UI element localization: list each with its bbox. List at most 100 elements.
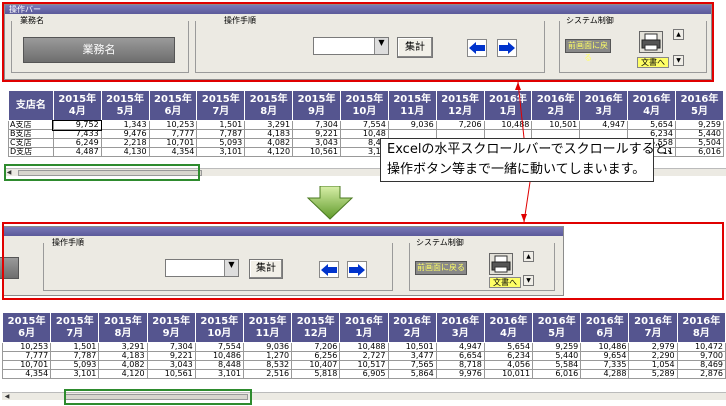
month-label: 7月 xyxy=(644,327,662,339)
value-cell[interactable]: 3,043 xyxy=(146,360,196,370)
value-cell[interactable]: 4,183 xyxy=(98,351,148,361)
value-cell[interactable]: 10,011 xyxy=(483,369,534,379)
month-header: 2016年 6月 xyxy=(580,312,630,343)
value-cell[interactable]: 5,584 xyxy=(532,360,582,370)
year-label: 2015年 xyxy=(248,315,287,327)
month-header: 2016年 1月 xyxy=(339,312,389,343)
value-cell[interactable]: 5,093 xyxy=(50,360,100,370)
month-header: 2015年 11月 xyxy=(242,312,293,343)
value-cell[interactable]: 1,054 xyxy=(628,360,678,370)
month-label: 10月 xyxy=(207,327,232,339)
month-label: 8月 xyxy=(114,327,132,339)
scroll-left-icon[interactable]: ◀ xyxy=(2,393,12,400)
value-cell[interactable]: 9,221 xyxy=(146,351,196,361)
year-label: 2015年 xyxy=(296,315,335,327)
value-cell[interactable]: 10,407 xyxy=(291,360,341,370)
value-cell[interactable]: 10,501 xyxy=(387,342,437,352)
value-cell[interactable]: 3,101 xyxy=(194,369,244,379)
value-cell[interactable]: 2,516 xyxy=(242,369,293,379)
value-cell[interactable]: 8,532 xyxy=(242,360,293,370)
value-cell[interactable]: 7,554 xyxy=(194,342,244,352)
month-label: 3月 xyxy=(451,327,469,339)
value-cell[interactable]: 7,304 xyxy=(146,342,196,352)
down-arrow-icon xyxy=(306,186,354,220)
month-label: 4月 xyxy=(499,327,517,339)
month-label: 6月 xyxy=(18,327,36,339)
month-header: 2016年 7月 xyxy=(628,312,678,343)
year-label: 2015年 xyxy=(152,315,191,327)
value-cell[interactable]: 8,469 xyxy=(676,360,726,370)
value-cell[interactable]: 3,477 xyxy=(387,351,437,361)
value-cell[interactable]: 3,291 xyxy=(98,342,148,352)
value-cell[interactable]: 10,253 xyxy=(1,342,52,352)
value-cell[interactable]: 10,561 xyxy=(146,369,196,379)
month-header: 2016年 2月 xyxy=(387,312,437,343)
value-cell[interactable]: 9,036 xyxy=(242,342,293,352)
month-label: 8月 xyxy=(692,327,710,339)
value-cell[interactable]: 6,016 xyxy=(532,369,582,379)
value-cell[interactable]: 3,101 xyxy=(50,369,100,379)
month-header: 2015年 10月 xyxy=(194,312,244,343)
value-cell[interactable]: 9,259 xyxy=(532,342,582,352)
year-label: 2016年 xyxy=(585,315,624,327)
value-cell[interactable]: 10,486 xyxy=(580,342,630,352)
value-cell[interactable]: 10,472 xyxy=(676,342,726,352)
value-cell[interactable]: 5,864 xyxy=(387,369,437,379)
value-cell[interactable]: 7,565 xyxy=(387,360,437,370)
year-label: 2016年 xyxy=(441,315,480,327)
green-highlight-bottom xyxy=(64,389,252,405)
year-label: 2015年 xyxy=(104,315,142,327)
year-label: 2016年 xyxy=(682,315,721,327)
month-label: 5月 xyxy=(548,327,566,339)
month-label: 12月 xyxy=(303,327,328,339)
value-cell[interactable]: 2,290 xyxy=(628,351,678,361)
value-cell[interactable]: 9,976 xyxy=(435,369,485,379)
value-cell[interactable]: 6,654 xyxy=(435,351,485,361)
value-cell[interactable]: 10,701 xyxy=(1,360,52,370)
value-cell[interactable]: 9,654 xyxy=(580,351,630,361)
value-cell[interactable]: 4,082 xyxy=(98,360,148,370)
value-cell[interactable]: 10,486 xyxy=(194,351,244,361)
month-header: 2015年 8月 xyxy=(98,312,148,343)
value-cell[interactable]: 7,777 xyxy=(1,351,52,361)
table-row: 4,354 3,101 4,120 10,561 3,101 2,516 5,818 6,90… xyxy=(1,369,726,379)
value-cell[interactable]: 7,206 xyxy=(291,342,341,352)
value-cell[interactable]: 6,234 xyxy=(483,351,534,361)
value-cell[interactable]: 4,288 xyxy=(580,369,630,379)
value-cell[interactable]: 6,256 xyxy=(291,351,341,361)
value-cell[interactable]: 9,700 xyxy=(676,351,726,361)
month-label: 6月 xyxy=(596,327,614,339)
year-label: 2016年 xyxy=(489,315,528,327)
year-label: 2016年 xyxy=(393,315,432,327)
value-cell[interactable]: 2,727 xyxy=(339,351,389,361)
month-header: 2015年 12月 xyxy=(291,312,341,343)
value-cell[interactable]: 10,517 xyxy=(339,360,389,370)
value-cell[interactable]: 4,354 xyxy=(1,369,52,379)
value-cell[interactable]: 8,718 xyxy=(435,360,485,370)
year-label: 2016年 xyxy=(634,315,672,327)
value-cell[interactable]: 6,905 xyxy=(339,369,389,379)
value-cell[interactable]: 5,289 xyxy=(628,369,678,379)
month-header: 2015年 9月 xyxy=(146,312,196,343)
value-cell[interactable]: 7,787 xyxy=(50,351,100,361)
value-cell[interactable]: 4,947 xyxy=(435,342,485,352)
value-cell[interactable]: 1,270 xyxy=(242,351,293,361)
value-cell[interactable]: 5,818 xyxy=(291,369,341,379)
month-header: 2016年 4月 xyxy=(483,312,534,343)
month-header: 2015年 6月 xyxy=(1,312,52,343)
value-cell[interactable]: 10,488 xyxy=(339,342,389,352)
value-cell[interactable]: 2,979 xyxy=(628,342,678,352)
value-cell[interactable]: 8,448 xyxy=(194,360,244,370)
table-row: 10,253 1,501 3,291 7,304 7,554 9,036 7,206 10,4… xyxy=(1,342,726,352)
year-label: 2016年 xyxy=(537,315,576,327)
value-cell[interactable]: 4,056 xyxy=(483,360,534,370)
value-cell[interactable]: 7,335 xyxy=(580,360,630,370)
value-cell[interactable]: 4,120 xyxy=(98,369,148,379)
year-label: 2015年 xyxy=(7,315,46,327)
value-cell[interactable]: 2,876 xyxy=(676,369,726,379)
value-cell[interactable]: 5,654 xyxy=(483,342,534,352)
month-label: 2月 xyxy=(403,327,421,339)
value-cell[interactable]: 1,501 xyxy=(50,342,100,352)
value-cell[interactable]: 5,440 xyxy=(532,351,582,361)
month-header: 2016年 3月 xyxy=(435,312,485,343)
